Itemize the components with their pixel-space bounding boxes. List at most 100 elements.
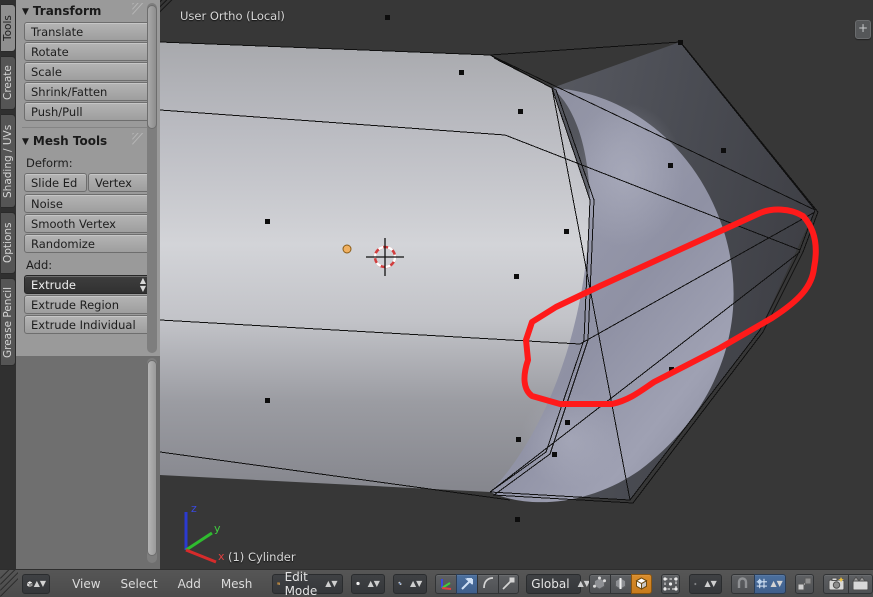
spinner-icon: ▲▼ — [704, 578, 717, 588]
tool-shelf-panels: ▼ Transform Translate Rotate Scale Shrink… — [16, 0, 160, 356]
proportional-edit-button[interactable] — [794, 573, 814, 594]
extrude-dropdown-value: Extrude — [31, 278, 76, 292]
noise-button[interactable]: Noise — [24, 194, 152, 213]
tool-shelf-empty-area — [16, 356, 160, 570]
face-select-mode-button[interactable] — [630, 573, 652, 594]
spinner-icon: ▲▼ — [139, 276, 146, 293]
transform-button-list: Translate Rotate Scale Shrink/Fatten Pus… — [16, 22, 160, 121]
menu-select[interactable]: Select — [111, 574, 168, 594]
object-origin-dot — [342, 244, 352, 254]
randomize-button[interactable]: Randomize — [24, 234, 152, 253]
menu-mesh[interactable]: Mesh — [211, 574, 263, 594]
panel-title-transform: Transform — [32, 4, 102, 18]
svg-text:y: y — [214, 522, 221, 535]
transform-orientation-label: Global — [531, 576, 570, 591]
viewport-view-name: User Ortho (Local) — [180, 9, 285, 23]
tool-shelf-scrollbar-lower[interactable] — [147, 358, 157, 563]
tool-shelf-scrollbar[interactable] — [147, 3, 157, 353]
vertex-select-mode-button[interactable] — [588, 573, 610, 594]
add-label: Add: — [26, 258, 53, 272]
pivot-point-dropdown[interactable]: ▲▼ — [688, 573, 722, 594]
editor-3dview-icon — [26, 580, 34, 588]
header-menus: View Select Add Mesh — [62, 574, 262, 594]
rotate-arc-icon — [482, 577, 493, 589]
extrude-region-button[interactable]: Extrude Region — [24, 295, 152, 314]
chevron-down-icon: ▼ — [22, 7, 29, 17]
panel-header-transform[interactable]: ▼ Transform — [16, 0, 160, 22]
spinner-icon: ▲▼ — [770, 579, 783, 588]
sidebar-tab-shading-uvs[interactable]: Shading / UVs — [1, 114, 16, 208]
mesh-tools-deform-section: Deform: Slide Ed Vertex Noise Smooth Vert… — [16, 152, 160, 334]
tool-shelf-scrollbar-thumb[interactable] — [147, 5, 157, 129]
tool-shelf-tabs: Tools Create Shading / UVs Options Greas… — [0, 0, 16, 570]
axis-gizmo: z y x — [184, 502, 225, 564]
header-corner-grip[interactable] — [0, 570, 18, 597]
spinner-icon: ▲▼ — [409, 578, 423, 588]
editor-type-selector[interactable]: ▲▼ — [22, 573, 51, 594]
extrude-dropdown[interactable]: Extrude ▲ ▼ — [24, 275, 152, 294]
occlude-geometry-button[interactable] — [660, 573, 680, 594]
render-animation-button[interactable] — [848, 573, 873, 594]
panel-title-mesh-tools: Mesh Tools — [32, 134, 108, 148]
sidebar-tab-options[interactable]: Options — [1, 212, 16, 274]
svg-text:x: x — [218, 550, 225, 563]
smooth-vertex-button[interactable]: Smooth Vertex — [24, 214, 152, 233]
axis-gizmo-icon — [440, 579, 451, 590]
manipulator-toggle-button[interactable] — [435, 573, 457, 594]
rotate-button[interactable]: Rotate — [24, 42, 152, 61]
spinner-icon: ▲▼ — [367, 578, 380, 588]
select-mode-dropdown[interactable]: ▲▼ — [392, 573, 428, 594]
properties-panel-tab[interactable]: + — [855, 20, 871, 39]
edge-select-mode-button[interactable] — [609, 573, 631, 594]
panel-divider — [22, 127, 154, 128]
viewport-header-bar: ▲▼ View Select Add Mesh Edit Mode ▲▼ ▲▼ … — [0, 569, 873, 597]
viewport-shading-dropdown[interactable]: ▲▼ — [350, 573, 385, 594]
edit-mode-icon — [277, 582, 281, 585]
manipulator-group — [435, 573, 520, 594]
render-animation-icon — [852, 576, 869, 591]
vertex-slide-button[interactable]: Vertex — [87, 173, 151, 192]
snap-increment-icon — [756, 578, 767, 589]
tool-shelf-scrollbar-lower-thumb[interactable] — [147, 360, 157, 556]
spinner-icon: ▲▼ — [33, 579, 47, 588]
scale-handle-icon — [502, 577, 515, 590]
slide-edge-button[interactable]: Slide Ed — [24, 173, 87, 192]
transform-orientation-dropdown[interactable]: Global ▲▼ — [526, 573, 590, 594]
chevron-down-icon: ▼ — [22, 137, 29, 147]
sidebar-tab-tools[interactable]: Tools — [1, 4, 16, 52]
tool-shelf-region: Tools Create Shading / UVs Options Greas… — [0, 0, 160, 570]
interaction-mode-dropdown[interactable]: Edit Mode ▲▼ — [272, 570, 343, 597]
deform-label: Deform: — [26, 156, 73, 170]
snap-toggle-button[interactable] — [730, 573, 754, 594]
render-group — [823, 573, 873, 594]
shrink-fatten-button[interactable]: Shrink/Fatten — [24, 82, 152, 101]
vertex-cube-icon — [593, 576, 607, 590]
3d-viewport[interactable]: z y x User Ortho (Local) (1) Cylinder + — [160, 0, 873, 570]
rotate-manipulator-button[interactable] — [477, 573, 499, 594]
sidebar-tab-create[interactable]: Create — [1, 56, 16, 110]
push-pull-button[interactable]: Push/Pull — [24, 102, 152, 121]
menu-view[interactable]: View — [62, 574, 110, 594]
snapping-group: ▲▼ — [730, 573, 786, 594]
spinner-icon: ▲▼ — [325, 578, 338, 588]
scale-manipulator-button[interactable] — [498, 573, 520, 594]
edge-cube-icon — [615, 577, 627, 590]
render-image-button[interactable] — [823, 573, 848, 594]
mesh-select-mode-group — [588, 573, 652, 594]
viewport-canvas: z y x — [160, 15, 819, 564]
interaction-mode-label: Edit Mode — [284, 569, 318, 597]
face-cube-icon — [635, 577, 648, 590]
scale-button[interactable]: Scale — [24, 62, 152, 81]
sidebar-tab-grease-pencil[interactable]: Grease Pencil — [1, 278, 16, 366]
menu-add[interactable]: Add — [168, 574, 211, 594]
panel-header-mesh-tools[interactable]: ▼ Mesh Tools — [16, 130, 160, 152]
translate-button[interactable]: Translate — [24, 22, 152, 41]
translate-manipulator-button[interactable] — [456, 573, 478, 594]
extrude-individual-button[interactable]: Extrude Individual — [24, 315, 152, 334]
snap-magnet-icon — [738, 577, 748, 588]
viewport-object-name: (1) Cylinder — [228, 550, 296, 564]
snap-target-dropdown[interactable]: ▲▼ — [753, 573, 786, 594]
translate-arrow-icon — [461, 578, 473, 590]
proportional-edit-icon — [797, 577, 812, 590]
svg-text:z: z — [191, 502, 197, 515]
